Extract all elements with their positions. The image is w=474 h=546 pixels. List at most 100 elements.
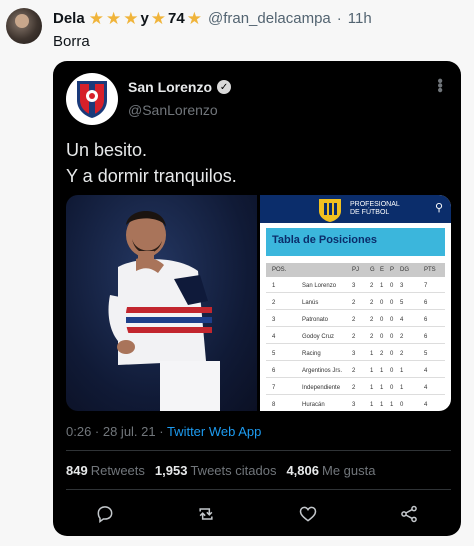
table-cell: 4 bbox=[424, 402, 428, 408]
table-cell: 2 bbox=[400, 334, 404, 340]
table-row: 5 Racing 3 1 2 0 2 5 bbox=[266, 347, 445, 361]
share-icon[interactable] bbox=[397, 502, 421, 526]
table-cell: 1 bbox=[380, 385, 384, 391]
table-cell: 2 bbox=[272, 300, 276, 306]
table-row: 2 Lanús 2 2 0 0 5 6 bbox=[266, 296, 445, 310]
table-row: 3 Patronato 2 2 0 0 4 6 bbox=[266, 313, 445, 327]
like-icon[interactable] bbox=[296, 502, 320, 526]
table-cell: 3 bbox=[352, 402, 356, 408]
author-line: Dela ★ ★ ★ y ★ 74 ★ @fran_delacampa · 11… bbox=[53, 10, 372, 27]
table-cell: 2 bbox=[352, 368, 356, 374]
avatar[interactable] bbox=[6, 8, 42, 44]
table-column-label: E bbox=[380, 267, 385, 273]
table-cell: 6 bbox=[424, 300, 428, 306]
league-brand-line: PROFESIONAL bbox=[350, 201, 400, 208]
more-icon[interactable]: ••• bbox=[431, 78, 448, 92]
table-cell: 0 bbox=[380, 317, 384, 323]
table-cell: 1 bbox=[370, 368, 374, 374]
table-column-label: G bbox=[370, 267, 375, 273]
tweet-timestamp[interactable]: 0:26 · 28 jul. 21 · bbox=[66, 424, 164, 439]
avatar[interactable] bbox=[66, 73, 118, 125]
table-row: 6 Argentinos Jrs. 2 1 1 0 1 4 bbox=[266, 364, 445, 378]
table-cell: 1 bbox=[400, 385, 404, 391]
table-cell: 0 bbox=[390, 300, 394, 306]
star-icon: ★ bbox=[105, 9, 122, 28]
table-column-label: POS. bbox=[272, 267, 287, 273]
verified-icon: ✓ bbox=[217, 80, 232, 94]
table-cell: 5 bbox=[400, 300, 404, 306]
table-cell: Patronato bbox=[302, 317, 329, 323]
star-icon: ★ bbox=[88, 9, 104, 28]
league-brand: PROFESIONAL DE FÚTBOL bbox=[350, 201, 400, 217]
table-cell: 2 bbox=[370, 334, 374, 340]
quoted-handle[interactable]: @SanLorenzo bbox=[128, 102, 218, 118]
table-header-bar: PROFESIONAL DE FÚTBOL ⚲ bbox=[260, 195, 451, 223]
table-row: 8 Huracán 3 1 1 1 0 4 bbox=[266, 398, 445, 411]
table-column-label: P bbox=[390, 267, 395, 273]
table-cell: 7 bbox=[272, 385, 276, 391]
table-cell: 2 bbox=[380, 351, 384, 357]
table-cell: Godoy Cruz bbox=[302, 334, 335, 340]
table-cell: 3 bbox=[352, 351, 356, 357]
table-cell: 6 bbox=[424, 334, 428, 340]
tweet-source-link[interactable]: Twitter Web App bbox=[167, 424, 261, 439]
timestamp[interactable]: 11h bbox=[348, 10, 372, 27]
likes-stat[interactable]: 4,806 Me gusta bbox=[286, 463, 375, 478]
table-cell: 1 bbox=[370, 385, 374, 391]
table-cell: 0 bbox=[390, 368, 394, 374]
media-grid[interactable]: PROFESIONAL DE FÚTBOL ⚲ Tabla de Posicio… bbox=[66, 195, 451, 411]
search-icon: ⚲ bbox=[434, 202, 443, 214]
tweet-actions bbox=[53, 502, 461, 526]
quotes-stat[interactable]: 1,953 Tweets citados bbox=[155, 463, 277, 478]
retweet-icon[interactable] bbox=[194, 502, 218, 526]
table-cell: 1 bbox=[380, 368, 384, 374]
engagement-stats: 849 Retweets 1,953 Tweets citados 4,806 Me … bbox=[66, 463, 375, 478]
retweets-count: 849 bbox=[66, 463, 88, 478]
quoted-tweet-text: Un besito. Y a dormir tranquilos. bbox=[66, 137, 237, 189]
divider bbox=[66, 489, 451, 490]
league-logo-icon bbox=[319, 199, 341, 222]
table-row: 1 San Lorenzo 3 2 1 0 3 7 bbox=[266, 279, 445, 293]
divider bbox=[66, 450, 451, 451]
table-cell: 5 bbox=[424, 351, 428, 357]
standings-table-image[interactable]: PROFESIONAL DE FÚTBOL ⚲ Tabla de Posicio… bbox=[260, 195, 451, 411]
outer-tweet-header: Dela ★ ★ ★ y ★ 74 ★ @fran_delacampa · 11… bbox=[6, 8, 466, 52]
table-cell: 2 bbox=[352, 385, 356, 391]
table-column-label: PTS bbox=[424, 267, 436, 273]
table-cell: 0 bbox=[390, 351, 394, 357]
table-cell: 1 bbox=[400, 368, 404, 374]
display-name[interactable]: Dela bbox=[53, 10, 85, 27]
table-cell: 1 bbox=[390, 402, 394, 408]
table-cell: 0 bbox=[390, 334, 394, 340]
table-cell: 1 bbox=[370, 351, 374, 357]
table-cell: 5 bbox=[272, 351, 276, 357]
table-title-banner: Tabla de Posiciones bbox=[266, 228, 445, 256]
table-cell: 4 bbox=[272, 334, 276, 340]
table-title: Tabla de Posiciones bbox=[272, 234, 377, 246]
table-cell: 1 bbox=[380, 402, 384, 408]
table-cell: 8 bbox=[272, 402, 276, 408]
separator: · bbox=[336, 10, 342, 27]
star-icon: ★ bbox=[123, 9, 139, 28]
likes-count: 4,806 bbox=[286, 463, 319, 478]
tweet-meta: 0:26 · 28 jul. 21 · Twitter Web App bbox=[66, 424, 261, 439]
star-icon: ★ bbox=[150, 9, 167, 28]
table-cell: 0 bbox=[380, 300, 384, 306]
quoted-tweet-card[interactable]: San Lorenzo ✓ @SanLorenzo ••• Un besito.… bbox=[53, 61, 461, 536]
display-name-y: y bbox=[140, 10, 149, 27]
table-cell: 2 bbox=[370, 317, 374, 323]
retweets-stat[interactable]: 849 Retweets bbox=[66, 463, 145, 478]
table-cell: 6 bbox=[272, 368, 276, 374]
reply-icon[interactable] bbox=[93, 502, 117, 526]
retweets-label: Retweets bbox=[90, 463, 145, 478]
user-handle[interactable]: @fran_delacampa bbox=[208, 10, 331, 27]
table-cell: 2 bbox=[352, 317, 356, 323]
table-cell: 3 bbox=[352, 283, 356, 289]
likes-label: Me gusta bbox=[322, 463, 376, 478]
table-cell: 1 bbox=[272, 283, 276, 289]
table-cell: 1 bbox=[380, 283, 384, 289]
player-photo[interactable] bbox=[66, 195, 257, 411]
quoted-display-name[interactable]: San Lorenzo bbox=[128, 79, 212, 95]
table-cell: 4 bbox=[424, 368, 428, 374]
table-cell: 4 bbox=[424, 385, 428, 391]
